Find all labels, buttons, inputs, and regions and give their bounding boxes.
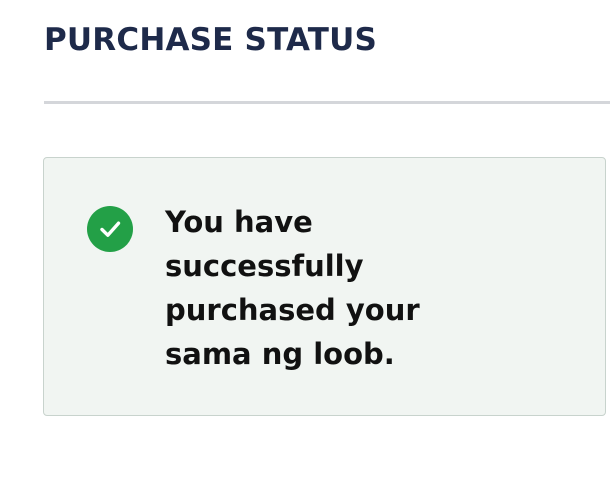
status-message: You have successfully purchased your sam… <box>165 205 420 371</box>
header-divider <box>44 101 610 104</box>
page-title: PURCHASE STATUS <box>44 22 378 58</box>
check-circle-icon <box>87 206 133 252</box>
status-card: You have successfully purchased your sam… <box>43 157 606 416</box>
